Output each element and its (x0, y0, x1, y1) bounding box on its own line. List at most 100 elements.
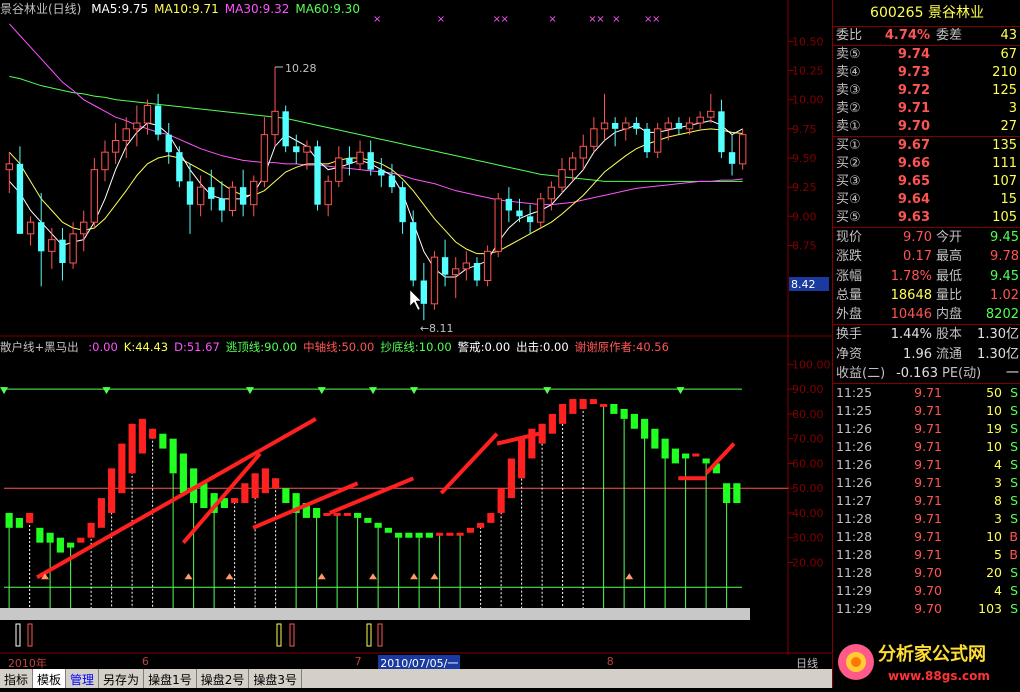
tick-flag: S (1010, 493, 1018, 509)
sell-order-label: 卖⑤ (836, 47, 861, 62)
ind-kd-bar (282, 488, 290, 504)
ind-kd-bar (46, 532, 54, 543)
buy-order-volume: 111 (992, 156, 1017, 171)
tab-5[interactable]: 操盘2号 (197, 669, 250, 688)
buy-order-row: 买① 9.67 135 (833, 137, 1020, 155)
ind-kd-bar (661, 438, 669, 459)
top-cross-marker: × (501, 14, 509, 25)
tick-volume: 5 (994, 547, 1002, 563)
tick-price: 9.71 (914, 529, 942, 545)
quote-panel: 600265 景谷林业 委比 4.74% 委差 43 卖⑤ 9.74 67 卖④ 9.7… (832, 0, 1020, 688)
tick-row: 11:26 9.71 19 S (833, 420, 1020, 438)
tick-volume: 10 (986, 439, 1002, 455)
ind-kd-bar (518, 438, 526, 479)
watermark-logo: 分析家公式网 www.88gs.com (836, 636, 1020, 688)
tab-4[interactable]: 操盘1号 (144, 669, 197, 688)
candle-body (452, 268, 460, 276)
buy-order-price: 9.67 (897, 138, 930, 153)
ma30-line (8, 23, 743, 206)
ind-trend-segment (439, 432, 499, 495)
candle-body (718, 111, 725, 153)
candle-body (473, 263, 481, 281)
candle-body (154, 105, 162, 135)
candle-body (165, 134, 172, 153)
sell-order-volume: 67 (1000, 47, 1017, 62)
tab-0[interactable]: 指标 (0, 669, 34, 688)
tab-6[interactable]: 操盘3号 (249, 669, 302, 688)
tab-3[interactable]: 另存为 (99, 669, 145, 688)
ma-label-3: MA60:9.30 (295, 2, 360, 16)
buy-order-label: 买④ (836, 192, 861, 207)
candle-body (133, 122, 141, 130)
candle-body (600, 122, 609, 130)
tick-row: 11:26 9.71 10 S (833, 438, 1020, 456)
ma-legend: MA5:9.75 MA10:9.71 MA30:9.32 MA60:9.30 (85, 2, 360, 16)
tab-1[interactable]: 模板 (33, 669, 67, 688)
stat-value-2: 8202 (985, 307, 1019, 323)
sell-order-label: 卖② (836, 101, 861, 116)
fund-stat-label-2: PE(动) (942, 366, 982, 382)
indicator-value-3: 逃顶线:90.00 (225, 340, 298, 354)
weibi-row: 委比 4.74% 委差 43 (833, 27, 1020, 46)
candle-body (16, 163, 24, 234)
sell-order-label: 卖③ (836, 83, 861, 98)
candle-body (633, 123, 640, 129)
ind-kd-bar (641, 418, 649, 439)
stock-code-name[interactable]: 600265 景谷林业 (833, 0, 1020, 27)
stat-label-2: 最高 (936, 249, 963, 265)
ind-kd-bar (374, 522, 382, 528)
buy-order-row: 买④ 9.64 15 (833, 191, 1020, 209)
ind-kd-bar (15, 517, 23, 528)
tick-volume: 4 (994, 457, 1002, 473)
buy-order-volume: 135 (992, 138, 1017, 153)
candle-body (590, 128, 598, 147)
stat-row: 外盘 10446 内盘 8202 (833, 305, 1020, 324)
candle-body (303, 145, 311, 153)
sell-order-price: 9.70 (897, 119, 930, 134)
tick-price: 9.71 (914, 547, 942, 563)
buy-order-price: 9.63 (897, 210, 930, 225)
candle-body (675, 123, 683, 129)
tick-time: 11:26 (836, 475, 873, 491)
top-cross-marker: × (437, 14, 445, 25)
stat-value: 18648 (890, 287, 932, 303)
stat-label: 现价 (836, 230, 863, 245)
tick-volume: 10 (986, 529, 1002, 545)
sell-order-row: 卖④ 9.73 210 (833, 64, 1020, 82)
candle-body (208, 187, 215, 199)
signal-bar (289, 623, 295, 647)
tick-volume: 50 (986, 385, 1002, 401)
x-axis-label-4: 8 (606, 655, 614, 668)
candle-body (420, 280, 428, 304)
candle-body (707, 110, 715, 118)
ind-kd-bar (600, 404, 608, 407)
ind-kd-bar (610, 404, 618, 414)
y-tick-label: 9.75 (792, 123, 817, 136)
candle-body (738, 134, 747, 165)
stat-value-2: 9.78 (990, 249, 1019, 265)
ind-y-tick-label: 60.00 (792, 457, 824, 470)
tick-time: 11:29 (836, 583, 873, 599)
buy-order-price: 9.64 (897, 192, 930, 207)
tick-time: 11:28 (836, 565, 873, 581)
tab-2[interactable]: 管理 (66, 669, 100, 688)
bottom-arrow-icon (369, 573, 377, 580)
stat-label-2: 今开 (936, 230, 963, 245)
bottom-arrow-icon (225, 573, 234, 580)
candle-body (26, 221, 35, 235)
indicator-value-0: :0.00 (88, 340, 118, 354)
tick-volume: 3 (994, 475, 1002, 491)
candle-body (111, 140, 120, 153)
buy-order-label: 买③ (836, 174, 861, 189)
tick-list[interactable]: 11:25 9.71 50 S 11:25 9.71 10 S 11:26 9.71 19 S 11:2… (833, 384, 1020, 618)
buy-order-label: 买⑤ (836, 210, 861, 225)
kline-chart[interactable]: 10.50 10.25 10.00 9.75 9.50 9.25 9.00 8.75 8.42 ×… (0, 0, 832, 655)
candle-body (399, 187, 406, 223)
buy-order-label: 买① (836, 138, 861, 153)
y-tick-label: 9.50 (792, 152, 817, 165)
ind-kd-bar (118, 443, 126, 494)
weibi-value: 4.74% (884, 28, 930, 43)
candle-body (558, 169, 566, 188)
stat-label-2: 内盘 (936, 307, 963, 323)
top-arrow-icon (317, 387, 326, 395)
